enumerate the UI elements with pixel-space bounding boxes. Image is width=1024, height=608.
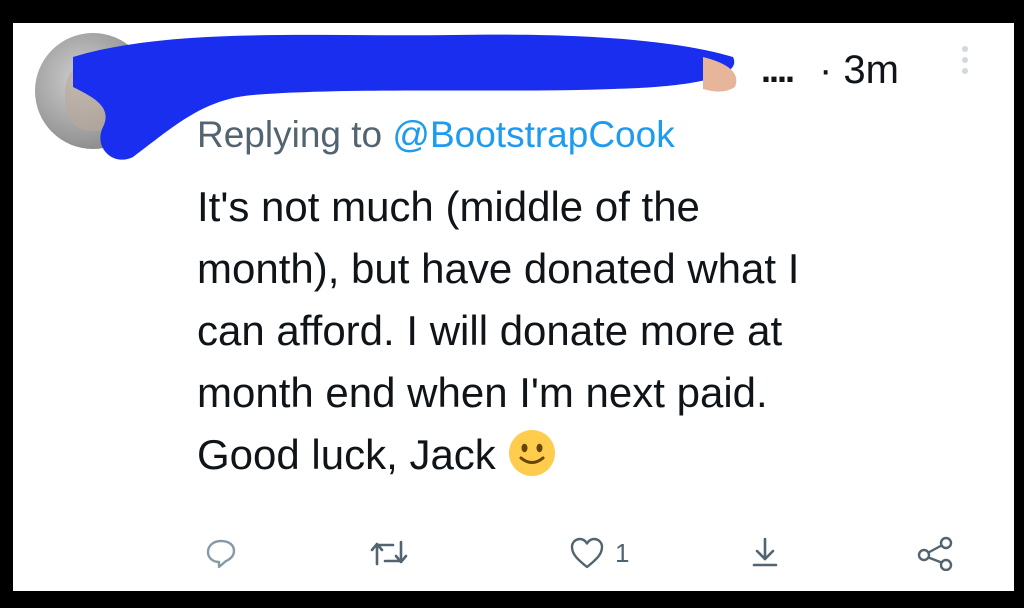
tweet-text-line: It's not much (middle of the	[197, 183, 700, 230]
replying-prefix: Replying to	[197, 114, 393, 155]
action-bar: 1	[13, 529, 1014, 579]
replying-handle-link[interactable]: @BootstrapCook	[392, 114, 674, 155]
tweet-text-line: month end when I'm next paid.	[197, 369, 768, 416]
share-icon	[752, 537, 778, 567]
tweet-text-line: can afford. I will donate more at	[197, 307, 783, 354]
like-icon	[570, 537, 604, 569]
reply-button[interactable]	[204, 533, 238, 573]
reply-icon	[206, 539, 236, 569]
retweet-button[interactable]	[369, 533, 409, 573]
truncated-name-dots: ....	[761, 49, 795, 90]
retweet-icon	[370, 540, 408, 566]
external-share-icon	[917, 536, 953, 571]
tweet-text: It's not much (middle of the month), but…	[197, 176, 957, 486]
like-button[interactable]: 1	[569, 533, 629, 573]
replying-to: Replying to @BootstrapCook	[197, 113, 675, 157]
tweet-text-line: month), but have donated what I	[197, 245, 800, 292]
tweet-text-line: Good luck, Jack	[197, 431, 496, 478]
external-share-button[interactable]	[916, 533, 956, 573]
slightly-smiling-face-icon	[508, 430, 555, 476]
timestamp[interactable]: · 3m	[819, 46, 899, 94]
share-button[interactable]	[749, 533, 781, 573]
like-count: 1	[615, 537, 630, 568]
more-options-icon[interactable]	[960, 41, 970, 85]
tweet-text-last-line: Good luck, Jack	[197, 424, 957, 486]
tweet-card: .... · 3m Replying to @BootstrapCook It'…	[13, 23, 1014, 591]
